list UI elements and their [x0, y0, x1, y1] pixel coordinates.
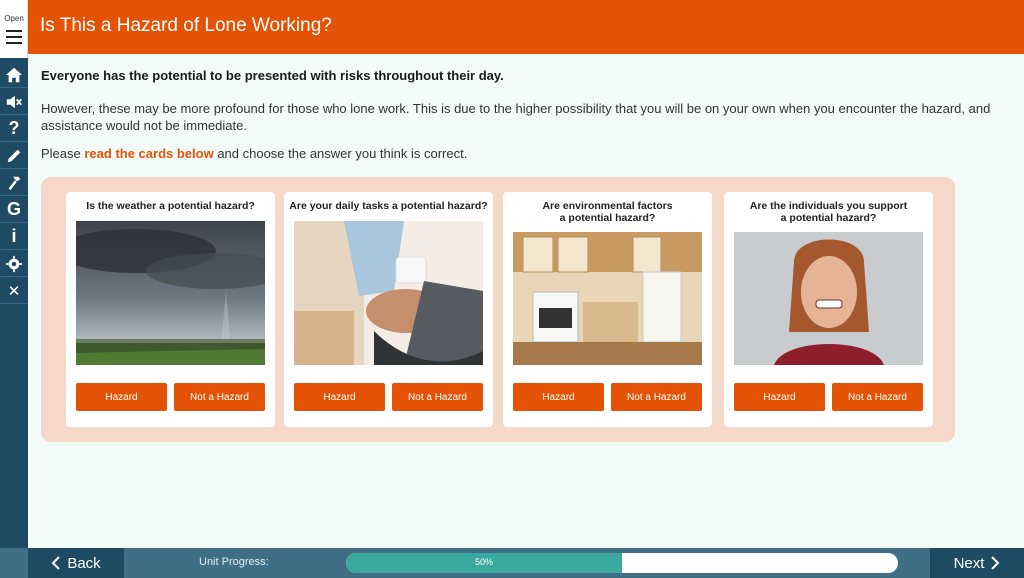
open-label: Open	[4, 14, 24, 23]
kitchen-image	[513, 232, 702, 365]
help-button[interactable]: ?	[0, 116, 28, 142]
instruction-text: Please read the cards below and choose t…	[41, 146, 467, 161]
mute-button[interactable]	[0, 89, 28, 115]
course-player: Open ? G i ✕ Is This a Hazard of Lone Wo…	[0, 0, 1024, 578]
card-question: Are the individuals you support a potent…	[749, 200, 908, 224]
not-hazard-button[interactable]: Not a Hazard	[174, 383, 265, 411]
angry-person-image	[734, 232, 923, 365]
unit-progress-label: Unit Progress:	[199, 556, 269, 568]
not-hazard-button[interactable]: Not a Hazard	[611, 383, 702, 411]
notes-button[interactable]	[0, 143, 28, 169]
back-label: Back	[67, 554, 101, 572]
not-hazard-button[interactable]: Not a Hazard	[832, 383, 923, 411]
glossary-button[interactable]: G	[0, 197, 28, 223]
info-button[interactable]: i	[0, 224, 28, 250]
instruction-highlight: read the cards below	[84, 146, 214, 161]
menu-toggle[interactable]: Open	[0, 0, 28, 58]
hamburger-icon	[6, 30, 22, 44]
card-question: Are environmental factors a potential ha…	[542, 200, 673, 224]
back-button[interactable]: Back	[28, 548, 124, 578]
footer-bar: Back Unit Progress: 50% Next	[0, 548, 1024, 578]
next-label: Next	[953, 554, 985, 572]
card-weather: Is the weather a potential hazard? Hazar…	[66, 192, 275, 427]
hazard-button[interactable]: Hazard	[76, 383, 167, 411]
instruction-post: and choose the answer you think is corre…	[213, 146, 468, 161]
card-individuals: Are the individuals you support a potent…	[724, 192, 933, 427]
card-question: Are your daily tasks a potential hazard?	[289, 200, 488, 212]
intro-heading: Everyone has the potential to be present…	[41, 68, 504, 83]
progress-percent: 50%	[474, 557, 493, 567]
help-icon: ?	[8, 118, 20, 138]
side-rail: Open ? G i ✕	[0, 0, 28, 550]
tools-button[interactable]	[0, 170, 28, 196]
close-icon: ✕	[7, 282, 21, 300]
pencil-icon	[7, 149, 21, 162]
hazard-button[interactable]: Hazard	[294, 383, 385, 411]
next-button[interactable]: Next	[930, 548, 1024, 578]
home-button[interactable]	[0, 62, 28, 88]
chevron-right-icon	[991, 556, 1000, 570]
instruction-pre: Please	[41, 146, 85, 161]
page-title: Is This a Hazard of Lone Working?	[40, 15, 332, 36]
exit-button[interactable]: ✕	[0, 278, 28, 304]
daily-tasks-image	[294, 221, 483, 365]
hammer-icon	[8, 176, 21, 190]
card-environmental: Are environmental factors a potential ha…	[503, 192, 712, 427]
settings-button[interactable]	[0, 251, 28, 277]
unit-progress-bar: 50%	[346, 553, 898, 573]
mute-icon	[6, 95, 22, 108]
cards-panel: Is the weather a potential hazard? Hazar…	[41, 177, 955, 442]
home-icon	[5, 67, 23, 82]
page-header: Is This a Hazard of Lone Working?	[28, 0, 1024, 54]
chevron-left-icon	[51, 556, 61, 570]
hazard-button[interactable]: Hazard	[734, 383, 825, 411]
glossary-icon: G	[6, 199, 21, 219]
hazard-button[interactable]: Hazard	[513, 383, 604, 411]
not-hazard-button[interactable]: Not a Hazard	[392, 383, 483, 411]
gear-icon	[5, 255, 23, 272]
info-icon: i	[11, 226, 17, 246]
card-daily-tasks: Are your daily tasks a potential hazard?…	[284, 192, 493, 427]
card-question: Is the weather a potential hazard?	[86, 200, 255, 212]
intro-paragraph: However, these may be more profound for …	[41, 101, 991, 133]
weather-image	[76, 221, 265, 365]
